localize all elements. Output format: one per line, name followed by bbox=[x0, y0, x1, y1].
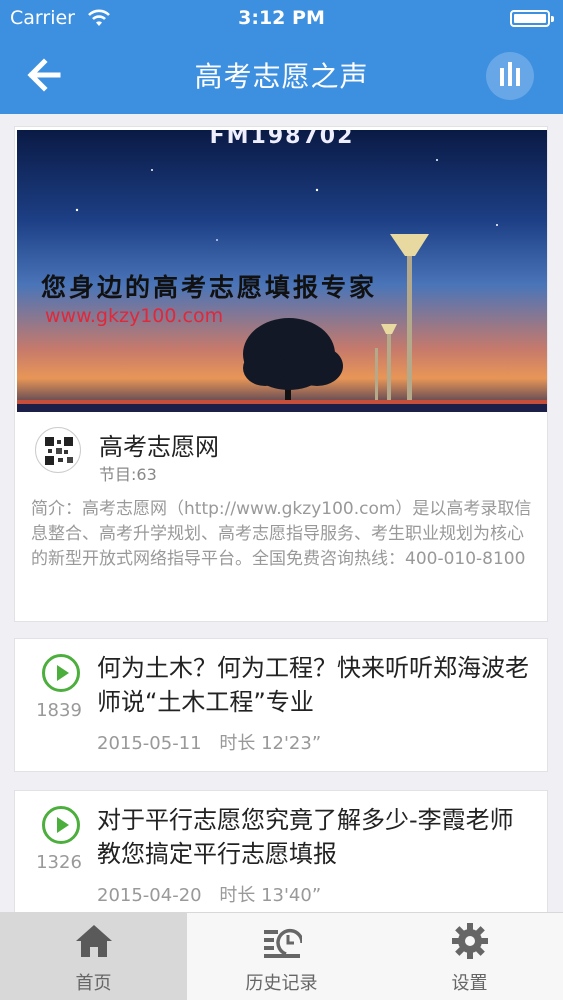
tab-label: 首页 bbox=[75, 973, 112, 994]
status-bar: Carrier 3:12 PM bbox=[0, 0, 563, 38]
clock: 3:12 PM bbox=[238, 7, 325, 29]
play-count: 1326 bbox=[36, 852, 82, 873]
play-icon[interactable] bbox=[41, 653, 81, 693]
banner-url: www.gkzy100.com bbox=[45, 305, 224, 327]
episode-item[interactable]: 1326 对于平行志愿您究竟了解多少-李霞老师教您搞定平行志愿填报 2015-0… bbox=[14, 790, 548, 924]
play-count: 1839 bbox=[36, 700, 82, 721]
episode-duration: 时长 13'40” bbox=[219, 885, 322, 906]
episode-title[interactable]: 对于平行志愿您究竟了解多少-李霞老师教您搞定平行志愿填报 bbox=[97, 803, 537, 871]
episode-date: 2015-05-11 bbox=[97, 733, 202, 754]
play-icon[interactable] bbox=[41, 805, 81, 845]
tab-settings[interactable]: 设置 bbox=[376, 913, 563, 1000]
history-icon bbox=[264, 928, 302, 958]
episode-meta: 2015-04-20 时长 13'40” bbox=[97, 881, 321, 907]
tab-label: 历史记录 bbox=[245, 973, 318, 994]
episode-date: 2015-04-20 bbox=[97, 885, 202, 906]
equalizer-icon[interactable] bbox=[486, 52, 534, 100]
tab-home[interactable]: 首页 bbox=[0, 913, 187, 1000]
navigation-bar: Carrier 3:12 PM 高考志愿之声 bbox=[0, 0, 563, 114]
episode-meta: 2015-05-11 时长 12'23” bbox=[97, 729, 321, 755]
tab-bar: 首页 历史记录 设置 bbox=[0, 912, 563, 1000]
banner-horizon bbox=[17, 404, 547, 412]
banner-slogan: 您身边的高考志愿填报专家 bbox=[41, 273, 378, 302]
program-card: FM198702 您身边的高考志愿填报专家 www.gkzy100.com 高考… bbox=[14, 126, 548, 622]
qr-code-avatar bbox=[35, 427, 81, 473]
program-banner: FM198702 您身边的高考志愿填报专家 www.gkzy100.com bbox=[17, 130, 547, 412]
program-name: 高考志愿网 bbox=[99, 433, 219, 461]
battery-icon bbox=[510, 10, 554, 27]
episode-duration: 时长 12'23” bbox=[219, 733, 322, 754]
program-intro: 简介：高考志愿网（http://www.gkzy100.com）是以高考录取信息… bbox=[31, 499, 532, 569]
tab-history[interactable]: 历史记录 bbox=[188, 913, 375, 1000]
page-title: 高考志愿之声 bbox=[194, 60, 369, 93]
episode-title[interactable]: 何为土木？何为工程？快来听听郑海波老师说“土木工程”专业 bbox=[97, 651, 537, 719]
episode-item[interactable]: 1839 何为土木？何为工程？快来听听郑海波老师说“土木工程”专业 2015-0… bbox=[14, 638, 548, 772]
gear-icon bbox=[452, 923, 488, 959]
tab-label: 设置 bbox=[451, 973, 488, 994]
episode-count: 节目:63 bbox=[99, 465, 157, 484]
home-icon bbox=[76, 925, 112, 957]
